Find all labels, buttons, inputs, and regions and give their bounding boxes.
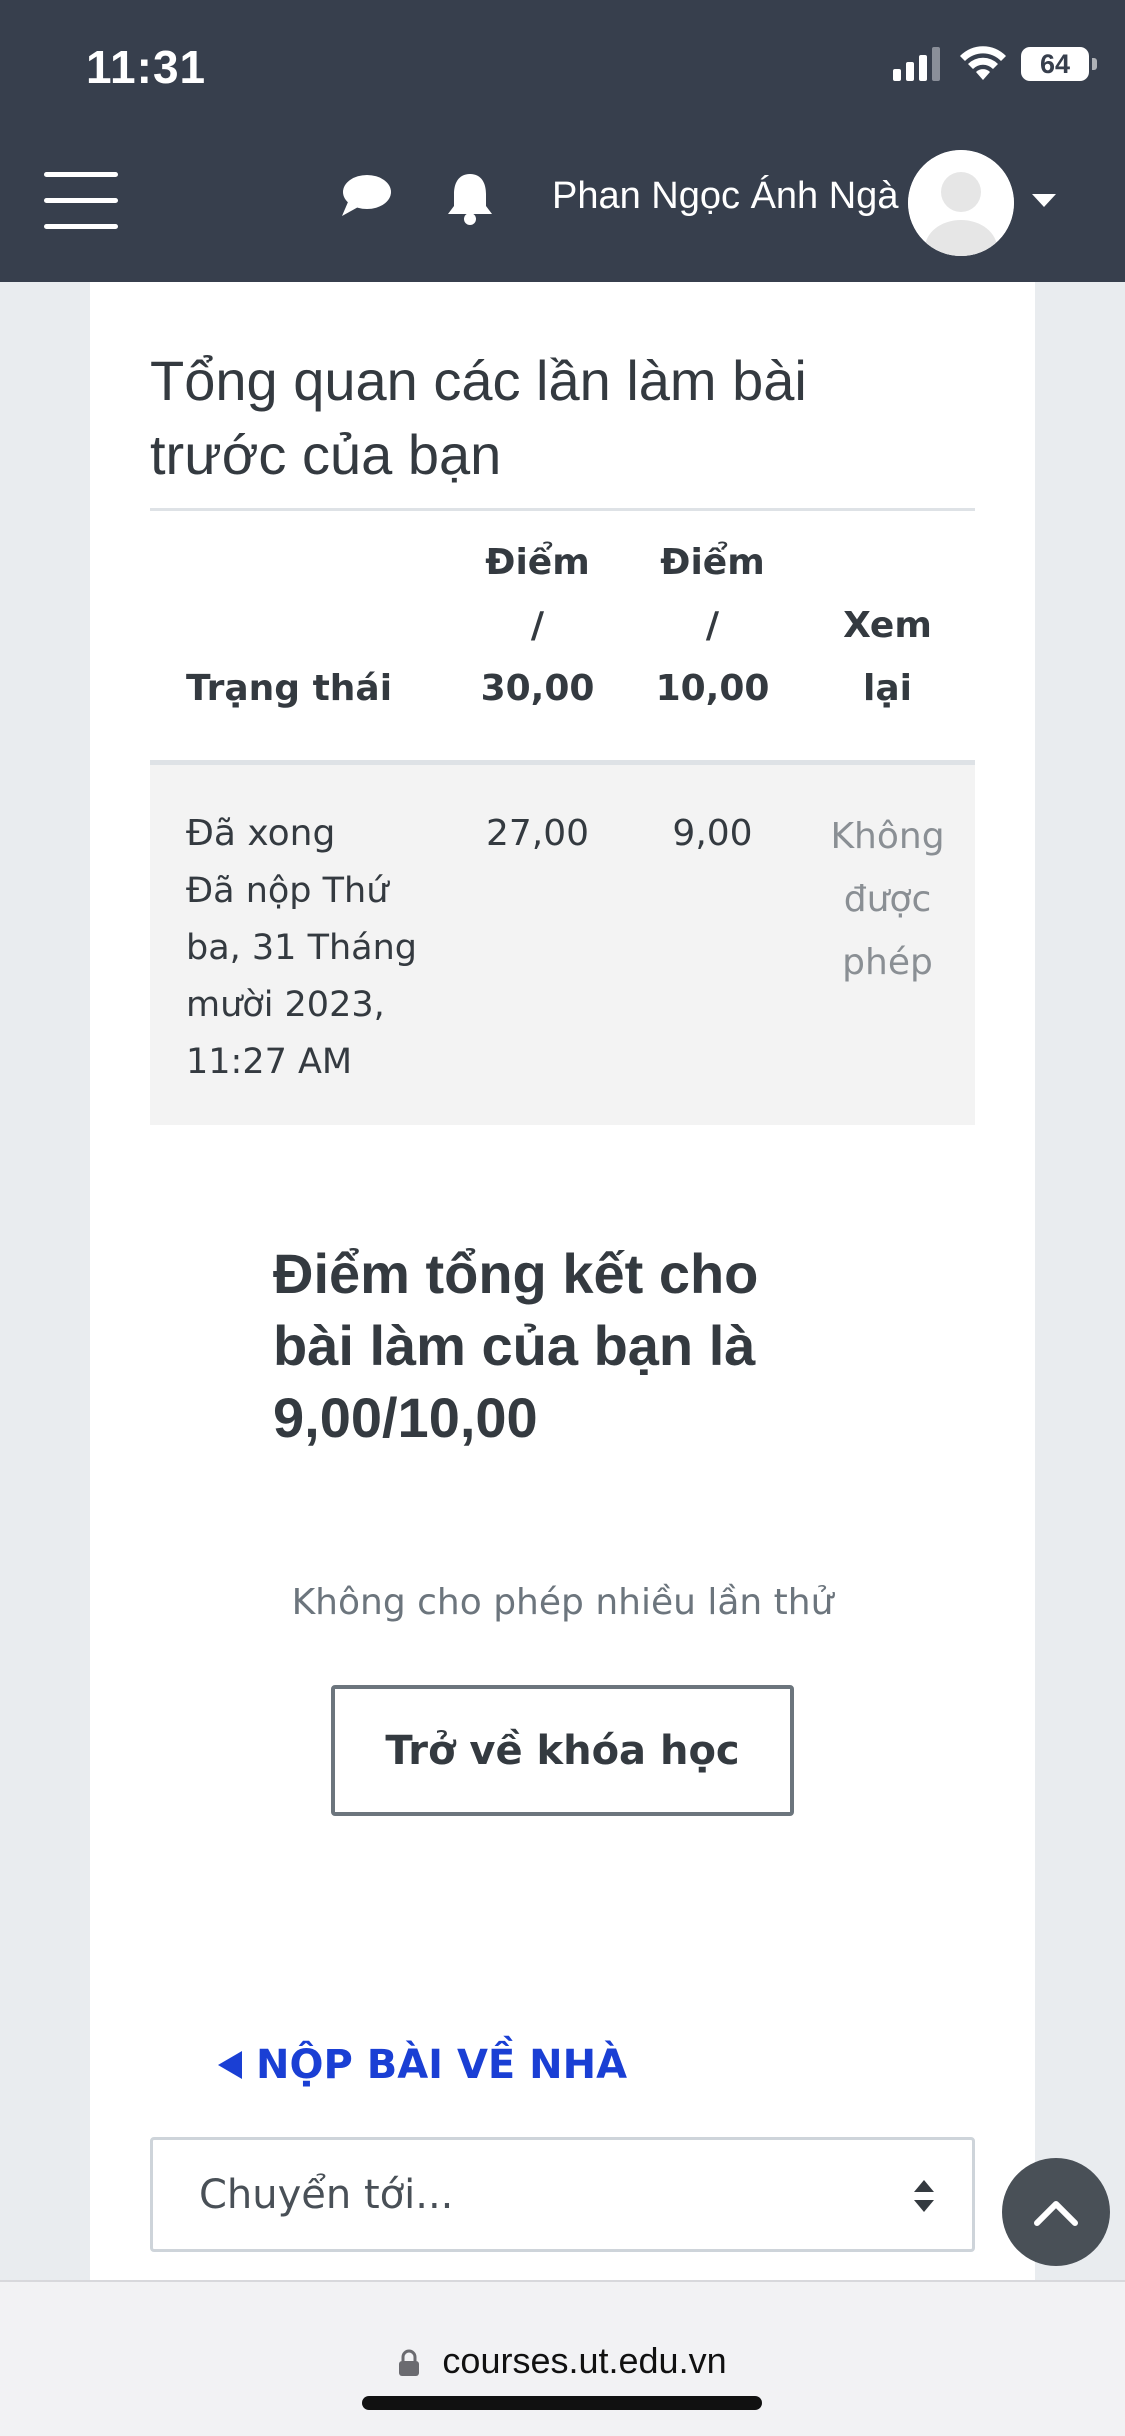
attempt-grade30: 27,00 — [485, 812, 590, 854]
previous-activity-label: NỘP BÀI VỀ NHÀ — [256, 2042, 628, 2088]
url-text: courses.ut.edu.vn — [442, 2340, 727, 2381]
message-icon[interactable] — [340, 172, 392, 218]
left-triangle-icon — [218, 2051, 242, 2079]
back-to-course-button[interactable]: Trở về khóa học — [331, 1685, 794, 1816]
top-navbar: 11:31 64 Phan Ngọc Ánh Ngà — [0, 0, 1125, 282]
jump-to-select[interactable]: Chuyển tới... — [150, 2137, 975, 2252]
phone-screen: 11:31 64 Phan Ngọc Ánh Ngà Tổng quan các… — [0, 0, 1125, 2436]
url-display[interactable]: courses.ut.edu.vn — [0, 2340, 1125, 2382]
column-header-grade30: Điểm / 30,00 — [450, 512, 625, 765]
battery-icon: 64 — [1021, 47, 1097, 81]
scroll-to-top-button[interactable] — [1002, 2158, 1110, 2266]
table-header-row: Trạng thái Điểm / 30,00 Điểm / 10,00 Xem… — [150, 512, 975, 765]
avatar[interactable] — [908, 150, 1014, 256]
main-content-card: Tổng quan các lần làm bài trước của bạn … — [90, 282, 1035, 2280]
no-retake-notice: Không cho phép nhiều lần thử — [291, 1582, 834, 1623]
user-name[interactable]: Phan Ngọc Ánh Ngà — [552, 175, 898, 218]
user-menu-caret-icon[interactable] — [1032, 194, 1056, 207]
wifi-icon — [960, 46, 1006, 80]
column-header-review: Xem lại — [800, 512, 975, 765]
attempt-grade10: 9,00 — [672, 812, 753, 854]
overview-title: Tổng quan các lần làm bài trước của bạn — [150, 349, 807, 486]
status-icons: 64 — [893, 46, 1097, 82]
attempt-state: Đã xong — [186, 812, 336, 854]
select-arrows-icon — [914, 2180, 934, 2212]
column-header-grade10: Điểm / 10,00 — [625, 512, 800, 765]
jump-to-value: Chuyển tới... — [199, 2171, 454, 2218]
bell-icon[interactable] — [444, 170, 496, 226]
previous-activity-link[interactable]: NỘP BÀI VỀ NHÀ — [218, 2042, 627, 2088]
final-grade-text: Điểm tổng kết cho bài làm của bạn là 9,0… — [273, 1242, 759, 1449]
signal-icon — [893, 47, 940, 81]
attempt-state-cell: Đã xong Đã nộp Thứ ba, 31 Tháng mười 202… — [150, 762, 450, 1125]
column-header-state: Trạng thái — [150, 512, 450, 765]
home-indicator[interactable] — [362, 2396, 762, 2410]
attempts-table: Trạng thái Điểm / 30,00 Điểm / 10,00 Xem… — [150, 512, 975, 1125]
divider — [150, 508, 975, 511]
user-silhouette-icon — [908, 150, 1014, 256]
table-row: Đã xong Đã nộp Thứ ba, 31 Tháng mười 202… — [150, 762, 975, 1125]
browser-address-bar[interactable]: courses.ut.edu.vn — [0, 2280, 1125, 2436]
status-time: 11:31 — [86, 41, 207, 93]
attempt-submitted-date: Đã nộp Thứ ba, 31 Tháng mười 2023, 11:27… — [186, 870, 417, 1082]
chevron-up-icon — [1034, 2201, 1078, 2226]
lock-icon — [399, 2350, 420, 2377]
attempt-review: Không được phép — [830, 815, 945, 983]
menu-icon[interactable] — [44, 172, 118, 232]
